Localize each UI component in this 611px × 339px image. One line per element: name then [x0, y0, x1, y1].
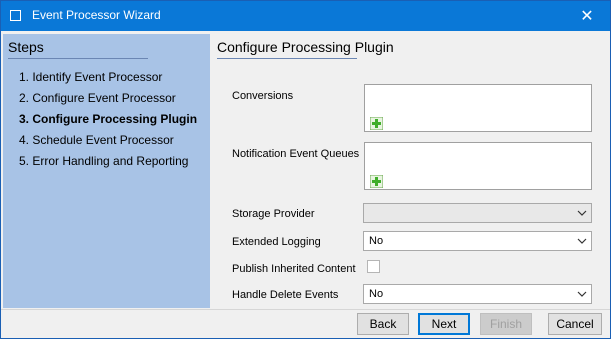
back-button[interactable]: Back — [357, 313, 409, 335]
app-icon — [10, 10, 21, 21]
next-button[interactable]: Next — [418, 313, 470, 335]
extended-logging-value: No — [369, 235, 384, 247]
step-item: 1. Identify Event Processor — [19, 70, 163, 84]
step-item-current: 3. Configure Processing Plugin — [19, 112, 198, 126]
page-title-underline — [217, 58, 357, 59]
wizard-window: Event Processor Wizard ✕ Steps 1. Identi… — [0, 0, 611, 339]
steps-panel: Steps 1. Identify Event Processor 2. Con… — [3, 34, 210, 308]
notification-queues-list[interactable] — [364, 142, 592, 190]
chevron-down-icon — [577, 210, 587, 216]
step-item: 5. Error Handling and Reporting — [19, 154, 189, 168]
page-title: Configure Processing Plugin — [217, 39, 394, 55]
footer-divider — [1, 309, 610, 310]
steps-header: Steps — [8, 39, 44, 55]
publish-inherited-checkbox[interactable] — [367, 260, 380, 273]
conversions-label: Conversions — [232, 90, 294, 102]
title-bar: Event Processor Wizard ✕ — [1, 1, 610, 31]
add-icon[interactable] — [370, 117, 383, 130]
extended-logging-select[interactable]: No — [363, 231, 592, 251]
handle-delete-select[interactable]: No — [363, 284, 592, 304]
chevron-down-icon — [577, 238, 587, 244]
steps-header-underline — [8, 58, 148, 59]
storage-provider-label: Storage Provider — [232, 208, 315, 220]
cancel-button[interactable]: Cancel — [548, 313, 602, 335]
add-icon[interactable] — [370, 175, 383, 188]
conversions-list[interactable] — [364, 84, 592, 132]
extended-logging-label: Extended Logging — [232, 236, 321, 248]
notification-queues-label: Notification Event Queues — [232, 148, 360, 160]
chevron-down-icon — [577, 291, 587, 297]
step-item: 4. Schedule Event Processor — [19, 133, 174, 147]
window-title: Event Processor Wizard — [32, 8, 161, 22]
storage-provider-select[interactable] — [363, 203, 592, 223]
step-item: 2. Configure Event Processor — [19, 91, 176, 105]
publish-inherited-label: Publish Inherited Content — [232, 263, 356, 275]
finish-button[interactable]: Finish — [480, 313, 532, 335]
handle-delete-value: No — [369, 288, 384, 300]
handle-delete-label: Handle Delete Events — [232, 289, 339, 301]
close-icon[interactable]: ✕ — [564, 1, 610, 31]
